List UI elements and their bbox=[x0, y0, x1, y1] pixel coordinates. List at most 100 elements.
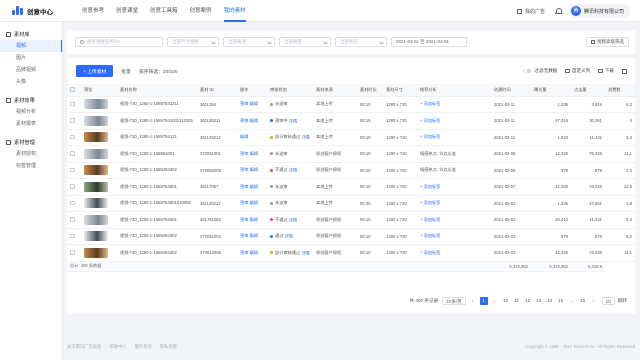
row-actions[interactable]: 预审 编辑 bbox=[237, 96, 267, 113]
row-actions[interactable]: 预审 编辑 bbox=[237, 112, 267, 130]
preview-cell[interactable] bbox=[81, 244, 117, 262]
nav-item[interactable]: 创意参考 bbox=[82, 0, 104, 22]
checkbox[interactable] bbox=[70, 118, 75, 123]
recommend-cell[interactable]: 情感热点, 节点水准 bbox=[417, 162, 491, 179]
recommend-cell[interactable]: + 添加标签 bbox=[417, 244, 491, 262]
status-detail-link[interactable]: 详情 bbox=[289, 118, 297, 123]
page-number[interactable]: 15 bbox=[557, 297, 565, 305]
row-checkbox-cell[interactable] bbox=[67, 244, 81, 262]
footer-link[interactable]: 关于腾讯广告投放 bbox=[67, 344, 101, 350]
recommend-cell[interactable]: 情感热点, 节点水准 bbox=[417, 145, 491, 163]
page-number[interactable]: 11 bbox=[513, 297, 521, 305]
row-actions[interactable]: 预审 编辑 bbox=[237, 228, 267, 245]
checkbox[interactable] bbox=[70, 233, 75, 238]
table-row[interactable]: 视频-720_1280-1-1589754121 361126212 编辑 部分审核通… bbox=[67, 129, 635, 146]
table-row[interactable]: 视频-720_1280-1-15897541211 3611294 预审 编辑 未送审… bbox=[67, 96, 635, 113]
sidebar-item-authorization[interactable]: 素材授权 bbox=[0, 148, 62, 160]
table-row[interactable]: 视频-720_1280-1-158954001 372051001 预审 编辑 未送审… bbox=[67, 145, 635, 163]
row-checkbox-cell[interactable] bbox=[67, 178, 81, 196]
row-checkbox-cell[interactable] bbox=[67, 129, 81, 146]
user-menu[interactable]: 腾 腾讯科技有限公司 bbox=[568, 4, 630, 18]
material-name[interactable]: 视频-720_1280-1-1589754121 bbox=[117, 129, 197, 146]
row-actions[interactable]: 预审 编辑 bbox=[237, 211, 267, 229]
filter-no-data-toggle[interactable]: 过滤无数据 bbox=[523, 68, 557, 74]
checkbox[interactable] bbox=[70, 167, 75, 172]
recommend-cell[interactable]: + 添加标签 bbox=[417, 195, 491, 212]
recommend-cell[interactable]: + 添加标签 bbox=[417, 112, 491, 130]
filter-source-select[interactable]: 全部来源 bbox=[223, 37, 275, 47]
sidebar-item-image[interactable]: 图片 bbox=[0, 52, 62, 64]
preview-cell[interactable] bbox=[81, 112, 117, 130]
filter-scene-select[interactable]: 全部场景 bbox=[279, 37, 331, 47]
table-row[interactable]: 视频-720_1280-1-1589494302 372051002 预审 编辑 通过… bbox=[67, 228, 635, 245]
filter-status-select[interactable]: 全部状态 bbox=[335, 37, 387, 47]
status-detail-link[interactable]: 详情 bbox=[301, 135, 309, 140]
goto-page-input[interactable]: 10 bbox=[601, 297, 615, 305]
bell-icon[interactable] bbox=[554, 8, 562, 14]
footer-link[interactable]: 服务条款 bbox=[135, 344, 152, 350]
row-checkbox-cell[interactable] bbox=[67, 195, 81, 212]
page-number[interactable]: 40 bbox=[579, 297, 587, 305]
page-ellipsis[interactable]: ... bbox=[568, 297, 576, 305]
checkbox[interactable] bbox=[70, 101, 75, 106]
video-thumbnail[interactable] bbox=[84, 247, 108, 258]
row-checkbox-cell[interactable] bbox=[67, 228, 81, 245]
column-header[interactable]: 消费数 bbox=[605, 84, 635, 97]
next-page-button[interactable]: › bbox=[590, 297, 598, 305]
material-name[interactable]: 视频-720_1280-1-1589754001 bbox=[117, 178, 197, 196]
fullscreen-icon[interactable] bbox=[622, 68, 627, 74]
footer-link[interactable]: 帮助中心 bbox=[109, 344, 126, 350]
preview-cell[interactable] bbox=[81, 178, 117, 196]
row-actions[interactable]: 预审 编辑 bbox=[237, 145, 267, 163]
sidebar-item-video-analysis[interactable]: 视频分析 bbox=[0, 106, 62, 118]
preview-cell[interactable] bbox=[81, 145, 117, 163]
status-detail-link[interactable]: 详情 bbox=[285, 234, 293, 239]
preview-cell[interactable] bbox=[81, 211, 117, 229]
row-actions[interactable]: 预审 编辑 bbox=[237, 195, 267, 212]
video-thumbnail[interactable] bbox=[84, 99, 108, 110]
table-row[interactable]: 视频-720_1280-1-1589754001 361761062 预审 编辑 不通… bbox=[67, 211, 635, 229]
row-checkbox-cell[interactable] bbox=[67, 96, 81, 113]
row-checkbox-cell[interactable] bbox=[67, 145, 81, 163]
nav-item[interactable]: 创意案例 bbox=[190, 0, 212, 22]
sort-filter-status[interactable]: 排序筛选：20/100 bbox=[139, 68, 178, 75]
row-actions[interactable]: 编辑 bbox=[237, 129, 267, 146]
download-button[interactable]: 下载 bbox=[598, 68, 614, 74]
table-row[interactable]: 视频-720_1280-1-15897541001210301 361126211… bbox=[67, 112, 635, 130]
video-thumbnail[interactable] bbox=[84, 165, 108, 176]
video-thumbnail[interactable] bbox=[84, 148, 108, 159]
status-detail-link[interactable]: 详情 bbox=[289, 217, 297, 222]
video-thumbnail[interactable] bbox=[84, 132, 108, 143]
nav-item[interactable]: 创意课堂 bbox=[116, 0, 138, 22]
search-input[interactable]: 搜索视频名称/ID bbox=[75, 37, 163, 47]
page-number[interactable]: 10 bbox=[502, 297, 510, 305]
app-logo[interactable]: 创意中心 bbox=[12, 6, 70, 16]
checkbox[interactable] bbox=[70, 134, 75, 139]
page-size-select[interactable]: 10条/页 bbox=[442, 297, 466, 305]
sidebar-item-video[interactable]: 视频 bbox=[0, 40, 62, 52]
material-name[interactable]: 视频-720_1280-1-1589494302 bbox=[117, 228, 197, 245]
advanced-filter-button[interactable]: 视频高级筛选 bbox=[585, 37, 629, 47]
sidebar-group-library[interactable]: 素材库 bbox=[0, 28, 62, 40]
preview-cell[interactable] bbox=[81, 228, 117, 245]
status-detail-link[interactable]: 详情 bbox=[289, 168, 297, 173]
batch-button[interactable]: 批量 bbox=[121, 68, 131, 75]
page-ellipsis[interactable]: ... bbox=[491, 297, 499, 305]
preview-cell[interactable] bbox=[81, 129, 117, 146]
recommend-cell[interactable]: + 添加标签 bbox=[417, 129, 491, 146]
checkbox[interactable] bbox=[70, 184, 75, 189]
sidebar-item-tags[interactable]: 标签管理 bbox=[0, 160, 62, 172]
material-name[interactable]: 视频-720_1280-1-15897541211 bbox=[117, 96, 197, 113]
page-number[interactable]: 13 bbox=[535, 297, 543, 305]
material-name[interactable]: 视频-720_1280-1-1589494302 bbox=[117, 162, 197, 179]
page-number[interactable]: 1 bbox=[479, 297, 488, 305]
recommend-cell[interactable]: + 添加标签 bbox=[417, 211, 491, 229]
recommend-cell[interactable]: + 添加标签 bbox=[417, 96, 491, 113]
status-detail-link[interactable]: 详情 bbox=[301, 250, 309, 255]
video-thumbnail[interactable] bbox=[84, 231, 108, 242]
table-row[interactable]: 视频-720_1280-1-1589494302 372052005 预审 编辑 不通… bbox=[67, 162, 635, 179]
sidebar-item-avatar[interactable]: 头像 bbox=[0, 76, 62, 88]
table-row[interactable]: 视频-720_1280-1-1589754001010006 361126212 预… bbox=[67, 195, 635, 212]
video-thumbnail[interactable] bbox=[84, 198, 108, 209]
checkbox[interactable] bbox=[70, 200, 75, 205]
